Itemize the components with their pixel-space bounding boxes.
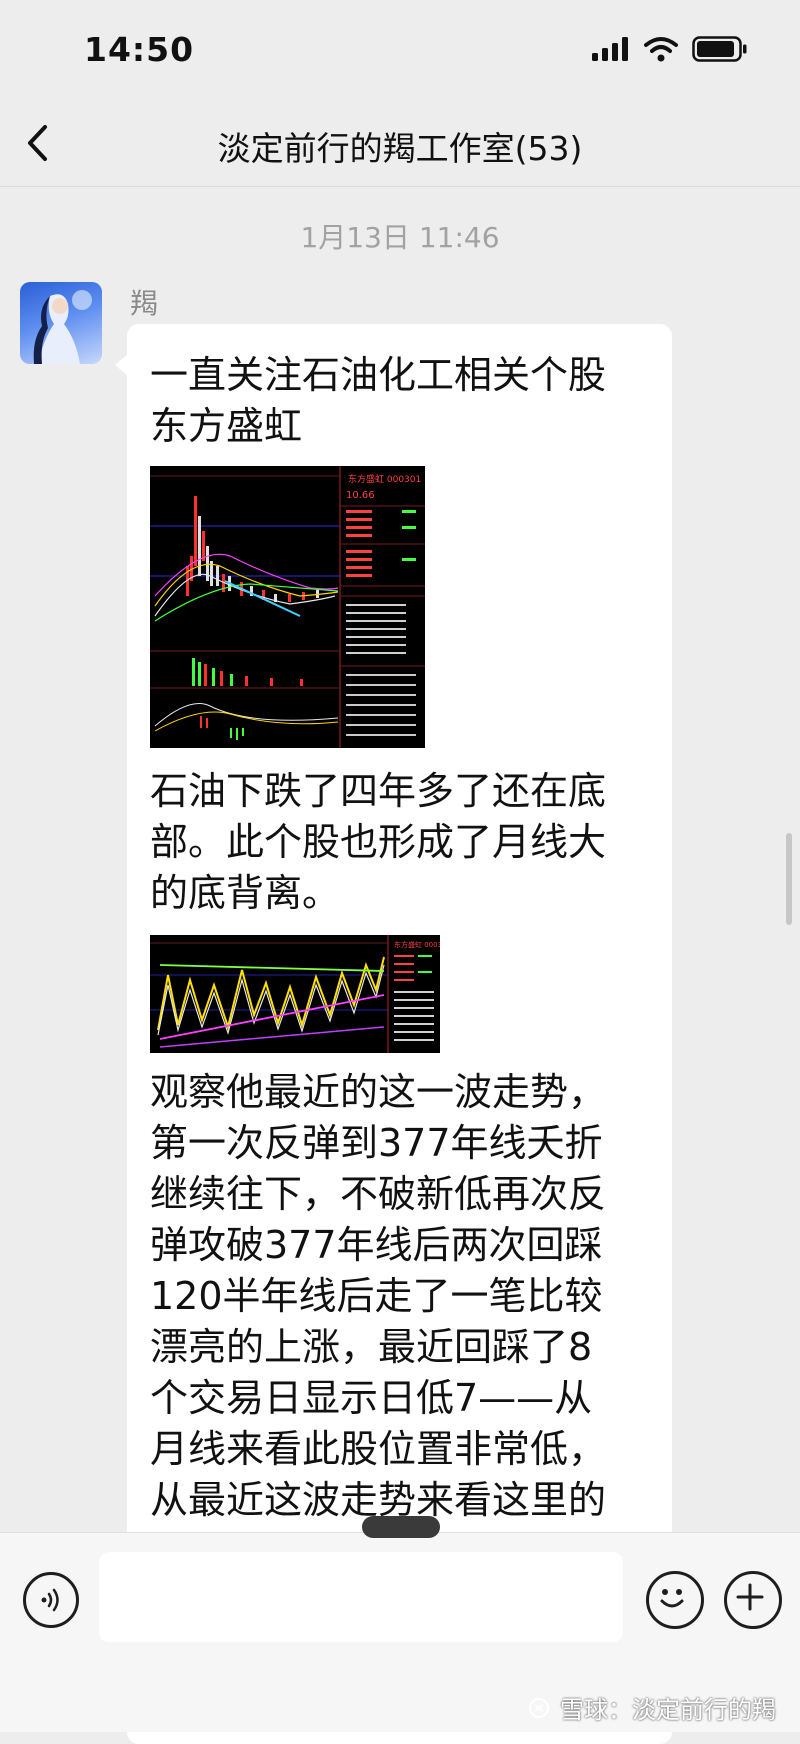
- message-input[interactable]: [99, 1552, 623, 1642]
- xueqiu-logo-icon: [529, 1697, 549, 1718]
- plus-icon: [736, 1583, 764, 1611]
- sender-name: 羯: [130, 287, 159, 320]
- watermark-text: 雪球：淡定前行的羯: [560, 1696, 776, 1724]
- status-icons: [592, 36, 748, 62]
- chart-1-price: 10.66: [346, 490, 375, 501]
- nav-bar: 淡定前行的羯工作室(53): [0, 100, 800, 187]
- battery-icon: [692, 36, 747, 62]
- chat-title: 淡定前行的羯工作室(53): [217, 129, 583, 168]
- avatar[interactable]: [20, 282, 102, 364]
- voice-icon: [41, 1588, 59, 1612]
- message-text-1: 一直关注石油化工相关个股 东方盛虹: [150, 353, 607, 448]
- message-text-3: 观察他最近的这一波走势， 第一次反弹到377年线夭折 继续往下，不破新低再次反 …: [150, 1070, 607, 1522]
- smiley-icon: [660, 1589, 684, 1608]
- stock-chart-image-1[interactable]: 东方盛虹 000301 10.66: [150, 466, 425, 748]
- status-time: 14:50: [84, 30, 195, 69]
- signal-icon: [592, 37, 628, 61]
- avatar-image: [33, 290, 92, 364]
- candlestick-chart-graphic: 东方盛虹 000301 10.66: [150, 466, 425, 748]
- chart-1-stock-name: 东方盛虹 000301: [348, 473, 421, 485]
- stock-chart-image-2[interactable]: 东方盛虹 000301: [150, 935, 440, 1053]
- message-timestamp: 1月13日 11:46: [300, 221, 500, 254]
- voice-input-button[interactable]: [23, 1572, 79, 1628]
- scroll-to-bottom-pill[interactable]: [362, 1516, 440, 1538]
- chart-2-stock-name: 东方盛虹 000301: [394, 940, 440, 949]
- status-bar: 14:50: [0, 0, 800, 100]
- message-text-2: 石油下跌了四年多了还在底 部。此个股也形成了月线大 的底背离。: [150, 769, 607, 915]
- watermark: 雪球：淡定前行的羯: [528, 1690, 776, 1725]
- more-options-button[interactable]: [724, 1571, 782, 1629]
- monthly-line-chart-graphic: 东方盛虹 000301: [150, 935, 440, 1053]
- emoji-button[interactable]: [646, 1571, 704, 1629]
- wifi-icon: [644, 37, 678, 62]
- scroll-indicator[interactable]: [786, 833, 792, 925]
